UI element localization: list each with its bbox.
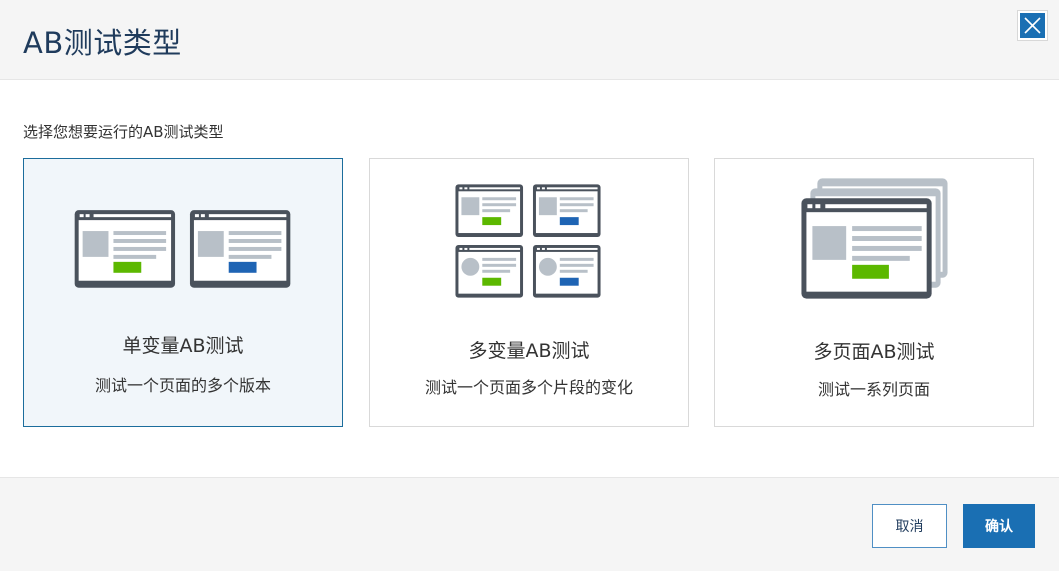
instruction-text: 选择您想要运行的AB测试类型 [23,123,224,141]
card-single-variable[interactable]: 单变量AB测试 测试一个页面的多个版本 [23,158,343,427]
card-title: 多页面AB测试 [813,341,935,363]
close-button[interactable] [1017,10,1048,41]
four-page-variants-icon [455,184,601,298]
card-multi-page[interactable]: 多页面AB测试 测试一系列页面 [714,158,1034,427]
two-page-versions-icon [74,210,291,288]
cancel-button[interactable]: 取消 [872,504,947,548]
card-title: 单变量AB测试 [122,335,244,357]
card-multi-variable[interactable]: 多变量AB测试 测试一个页面多个片段的变化 [369,158,689,427]
card-description: 测试一系列页面 [817,380,930,399]
dialog-header: AB测试类型 [0,0,1059,80]
card-description: 测试一个页面多个片段的变化 [424,378,633,397]
dialog-title: AB测试类型 [23,26,182,60]
stacked-pages-icon [801,178,948,299]
close-icon [1020,13,1045,38]
dialog-footer: 取消 确认 [0,477,1059,571]
card-title: 多变量AB测试 [468,340,590,362]
card-description: 测试一个页面的多个版本 [94,376,271,395]
confirm-button[interactable]: 确认 [963,504,1035,548]
